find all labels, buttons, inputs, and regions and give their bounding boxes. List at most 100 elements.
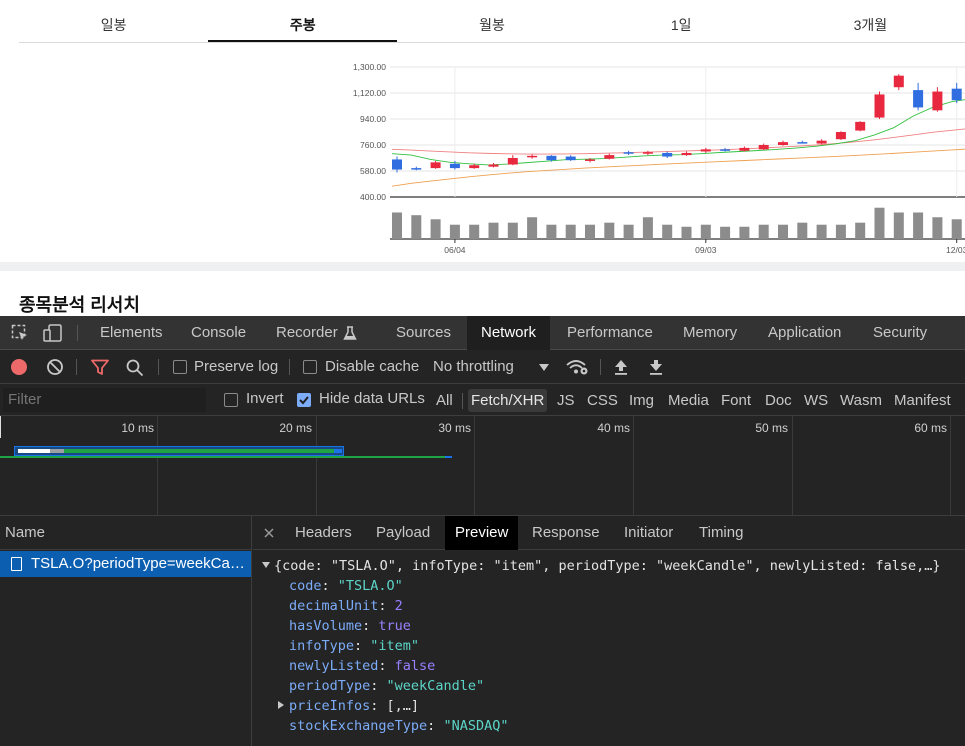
search-icon[interactable] — [126, 359, 144, 377]
json-key: infoType — [289, 638, 355, 654]
volume-bar — [932, 217, 943, 239]
type-filter-img[interactable]: Img — [629, 389, 654, 412]
tab-network[interactable]: Network — [467, 316, 551, 350]
export-har-icon[interactable] — [648, 359, 664, 375]
tab-recorder[interactable]: Recorder — [276, 316, 338, 350]
filter-bar: Invert Hide data URLs All Fetch/XHR JS C… — [0, 384, 965, 416]
candle-body — [392, 159, 402, 170]
json-value: [,…] — [386, 698, 420, 714]
candle-body — [449, 163, 460, 169]
invert-checkbox[interactable] — [224, 393, 238, 407]
x-tick-label: 12/03 — [946, 245, 965, 255]
tab-sources[interactable]: Sources — [396, 316, 451, 350]
tab-1day[interactable]: 1일 — [587, 8, 776, 42]
volume-bar — [681, 226, 692, 239]
tab-application[interactable]: Application — [768, 316, 841, 350]
json-summary-text: {code: "TSLA.O", infoType: "item", perio… — [274, 558, 941, 574]
json-field: code: "TSLA.O" — [289, 578, 403, 594]
close-icon[interactable] — [264, 528, 274, 538]
tab-elements[interactable]: Elements — [100, 316, 163, 350]
volume-bar — [469, 224, 480, 239]
record-icon[interactable] — [10, 358, 28, 376]
json-field: decimalUnit: 2 — [289, 598, 403, 614]
type-filter-wasm[interactable]: Wasm — [840, 389, 882, 412]
volume-bar — [546, 224, 557, 239]
type-filter-fetch-xhr[interactable]: Fetch/XHR — [468, 389, 548, 412]
request-row[interactable]: TSLA.O?periodType=weekCa… — [0, 551, 251, 577]
volume-bar — [797, 222, 808, 239]
candle-body — [469, 165, 480, 169]
type-filter-all[interactable]: All — [436, 389, 453, 412]
tab-initiator[interactable]: Initiator — [624, 516, 673, 550]
volume-bar — [835, 224, 846, 239]
volume-bar — [739, 226, 750, 239]
y-tick-label: 940.00 — [360, 114, 386, 124]
timeline-tick-label: 60 ms — [914, 421, 947, 435]
volume-bar — [449, 224, 460, 239]
tab-timing[interactable]: Timing — [699, 516, 743, 550]
clear-icon[interactable] — [46, 358, 64, 376]
tab-daily[interactable]: 일봉 — [19, 8, 208, 42]
type-filter-css[interactable]: CSS — [587, 389, 618, 412]
type-filter-font[interactable]: Font — [721, 389, 751, 412]
type-filter-manifest[interactable]: Manifest — [894, 389, 951, 412]
disable-cache-checkbox[interactable] — [303, 360, 317, 374]
preserve-log-label: Preserve log — [194, 358, 279, 375]
tab-weekly[interactable]: 주봉 — [208, 8, 398, 42]
tab-memory[interactable]: Memory — [683, 316, 737, 350]
filter-icon[interactable] — [91, 359, 109, 376]
tab-headers[interactable]: Headers — [295, 516, 352, 550]
candle-body — [893, 75, 904, 88]
timeline-tick-label: 40 ms — [597, 421, 630, 435]
candle-body — [720, 149, 731, 151]
timeline-gridline — [157, 416, 158, 515]
candle-body — [835, 132, 846, 140]
candle-body — [642, 152, 653, 154]
volume-bar — [642, 217, 653, 239]
timeline-bar-request — [0, 456, 445, 458]
tab-payload[interactable]: Payload — [376, 516, 430, 550]
json-field: stockExchangeType: "NASDAQ" — [289, 718, 509, 734]
timeline-gridline — [950, 416, 951, 515]
candle-body — [816, 140, 827, 144]
tab-preview[interactable]: Preview — [445, 516, 519, 550]
filter-input[interactable] — [3, 388, 206, 412]
throttling-select[interactable]: No throttling — [433, 350, 514, 384]
volume-bar — [951, 219, 962, 239]
type-filter-js[interactable]: JS — [557, 389, 575, 412]
json-field: infoType: "item" — [289, 638, 420, 654]
preserve-log-checkbox[interactable] — [173, 360, 187, 374]
tab-monthly[interactable]: 월봉 — [397, 8, 586, 42]
timeline-bar-wait — [50, 449, 64, 453]
tab-performance[interactable]: Performance — [567, 316, 653, 350]
tab-security[interactable]: Security — [873, 316, 927, 350]
toolbar-divider — [158, 359, 159, 375]
name-column-header[interactable]: Name — [0, 516, 251, 550]
json-value: "item" — [370, 638, 420, 654]
timeline-gridline — [633, 416, 634, 515]
expanded-triangle-icon[interactable] — [262, 562, 270, 568]
json-key: priceInfos — [289, 698, 371, 714]
import-har-icon[interactable] — [613, 359, 629, 375]
network-conditions-icon[interactable] — [565, 358, 589, 376]
candle-body — [932, 91, 943, 111]
device-toolbar-icon[interactable] — [43, 324, 63, 342]
collapsed-triangle-icon[interactable] — [278, 701, 284, 709]
inspect-element-icon[interactable] — [11, 324, 29, 342]
json-field: newlyListed: false — [289, 658, 436, 674]
price-chart: 1,300.00 1,120.00 940.00 760.00 580.00 400.00… — [353, 62, 965, 255]
candle-body — [758, 145, 769, 150]
timeline-bar-request-end — [445, 456, 452, 458]
candle-body — [797, 142, 808, 144]
hide-data-urls-checkbox[interactable] — [297, 393, 311, 407]
tab-3month[interactable]: 3개월 — [776, 8, 965, 42]
json-root-summary[interactable]: {code: "TSLA.O", infoType: "item", perio… — [262, 556, 940, 576]
json-field-expandable[interactable]: priceInfos: [,…] — [278, 696, 419, 716]
type-filter-doc[interactable]: Doc — [765, 389, 792, 412]
json-key: periodType — [289, 678, 371, 694]
tab-console[interactable]: Console — [191, 316, 246, 350]
tab-response[interactable]: Response — [532, 516, 600, 550]
type-filter-media[interactable]: Media — [668, 389, 709, 412]
type-filter-ws[interactable]: WS — [804, 389, 828, 412]
network-overview-timeline[interactable]: 10 ms 20 ms 30 ms 40 ms 50 ms 60 ms — [0, 416, 965, 516]
